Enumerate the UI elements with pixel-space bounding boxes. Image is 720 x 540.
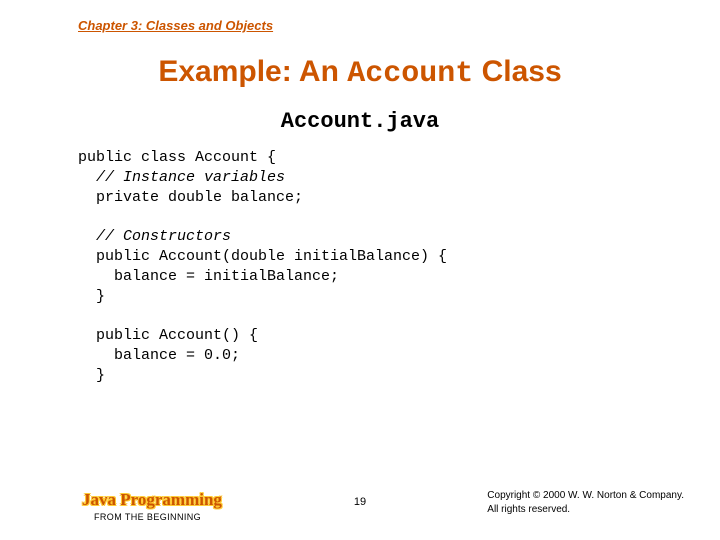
title-mono: Account [347,57,473,91]
code-line: balance = initialBalance; [78,268,339,285]
brand-title: Java Programming [82,490,222,510]
code-line: public Account() { [78,327,258,344]
footer-brand-block: Java Programming FROM THE BEGINNING [82,490,222,522]
code-block: public class Account { // Instance varia… [78,148,720,386]
copyright-line-1: Copyright © 2000 W. W. Norton & Company. [487,489,684,503]
code-comment: // Instance variables [78,169,285,186]
code-line: public class Account { [78,149,276,166]
page-number: 19 [354,496,366,508]
copyright: Copyright © 2000 W. W. Norton & Company.… [487,489,684,516]
code-line: } [78,367,105,384]
copyright-line-2: All rights reserved. [487,503,684,517]
slide-title: Example: An Account Class [0,55,720,91]
code-line: } [78,288,105,305]
title-pre: Example: An [158,55,347,88]
code-comment: // Constructors [78,228,231,245]
code-line: public Account(double initialBalance) { [78,248,447,265]
brand-subtitle: FROM THE BEGINNING [94,512,222,522]
title-post: Class [473,55,561,88]
code-line: private double balance; [78,189,303,206]
code-line: balance = 0.0; [78,347,240,364]
chapter-heading: Chapter 3: Classes and Objects [0,0,720,33]
filename-subtitle: Account.java [0,109,720,134]
